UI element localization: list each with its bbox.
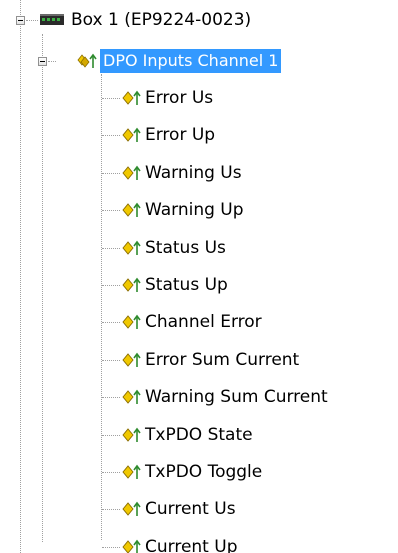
tree-line-child-h — [102, 397, 120, 398]
root-collapse-button[interactable] — [16, 16, 25, 25]
tree-line-child-h — [102, 135, 120, 136]
tree-node-label: Warning Us — [145, 163, 242, 183]
input-variable-icon — [122, 389, 141, 404]
input-variable-icon — [122, 240, 141, 255]
tree-node-variable[interactable]: Warning Us — [120, 161, 245, 185]
tree-node-variable[interactable]: Current Us — [120, 497, 239, 521]
tree-node-variable[interactable]: TxPDO State — [120, 423, 256, 447]
tree-line-child-h — [102, 472, 120, 473]
tree-node-variable[interactable]: Current Up — [120, 535, 241, 553]
tree-line-root — [20, 0, 21, 553]
tree-line-child-h — [102, 173, 120, 174]
tree-node-variable[interactable]: Warning Up — [120, 198, 247, 222]
tree-node-label: Current Us — [145, 499, 236, 519]
input-variable-icon — [122, 427, 141, 442]
tree-node-variable[interactable]: Error Up — [120, 123, 218, 147]
tree-node-label: Error Us — [145, 88, 214, 108]
tree-node-label: Current Up — [145, 537, 238, 553]
tree-node-label: Status Us — [145, 238, 226, 258]
tree-line-child-h — [102, 285, 120, 286]
tree-node-variable[interactable]: Error Us — [120, 86, 216, 110]
tree-line-child-h — [102, 435, 120, 436]
tree-node-box1[interactable]: Box 1 (EP9224-0023) — [40, 8, 254, 32]
tree-line-child-h — [102, 547, 120, 548]
tree-node-label: Warning Up — [145, 200, 244, 220]
tree-node-dpo-inputs-channel-1[interactable]: DPO Inputs Channel 1 — [56, 49, 282, 73]
tree-line-child-h — [102, 210, 120, 211]
tree-node-label: TxPDO State — [145, 425, 253, 445]
tree-node-variable[interactable]: Status Up — [120, 273, 231, 297]
input-variable-icon — [122, 202, 141, 217]
tree-node-label: Status Up — [145, 275, 228, 295]
tree-line-root-h — [26, 20, 38, 21]
tree-line-child-h — [102, 98, 120, 99]
tree-node-label: TxPDO Toggle — [145, 462, 263, 482]
channel-collapse-button[interactable] — [38, 57, 47, 66]
input-variables-icon — [77, 53, 97, 68]
tree-line-child-h — [102, 322, 120, 323]
tree-node-variable[interactable]: TxPDO Toggle — [120, 460, 265, 484]
tree-line-channel — [42, 34, 43, 542]
tree-line-child-h — [102, 360, 120, 361]
input-variable-icon — [122, 352, 141, 367]
tree-line-child-h — [102, 509, 120, 510]
input-variable-icon — [122, 539, 141, 553]
tree-view: Box 1 (EP9224-0023) DPO Inputs Channel 1… — [0, 0, 398, 553]
tree-node-variable[interactable]: Error Sum Current — [120, 348, 302, 372]
input-variable-icon — [122, 314, 141, 329]
ethercat-box-icon — [40, 14, 64, 25]
tree-line-channel-h — [48, 61, 56, 62]
tree-node-variable[interactable]: Warning Sum Current — [120, 385, 331, 409]
input-variable-icon — [122, 464, 141, 479]
tree-node-label: Warning Sum Current — [145, 387, 328, 407]
tree-line-children — [101, 74, 102, 540]
tree-node-label: Channel Error — [145, 312, 262, 332]
tree-node-variable[interactable]: Channel Error — [120, 310, 265, 334]
tree-node-label: DPO Inputs Channel 1 — [100, 49, 282, 73]
tree-node-variable[interactable]: Status Us — [120, 236, 229, 260]
tree-line-child-h — [102, 248, 120, 249]
input-variable-icon — [122, 165, 141, 180]
input-variable-icon — [122, 277, 141, 292]
tree-node-label: Box 1 (EP9224-0023) — [71, 10, 252, 30]
input-variable-icon — [122, 501, 141, 516]
input-variable-icon — [122, 127, 141, 142]
input-variable-icon — [122, 90, 141, 105]
tree-node-label: Error Sum Current — [145, 350, 300, 370]
tree-node-label: Error Up — [145, 125, 216, 145]
